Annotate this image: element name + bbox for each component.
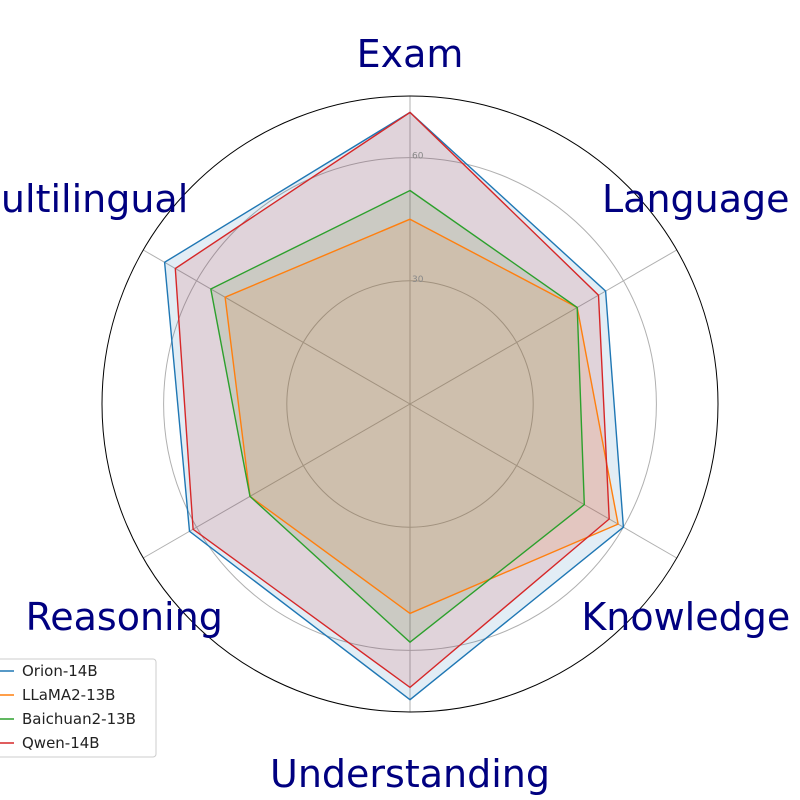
- radar-chart: 30 60 Exam Language Knowledge Understanding R…: [0, 0, 800, 800]
- legend-label-orion-14b: Orion-14B: [22, 662, 98, 680]
- axis-label-multilingual: Multilingual: [0, 177, 188, 221]
- r-tick-label-60: 60: [412, 152, 424, 162]
- axis-label-reasoning: Reasoning: [26, 595, 223, 639]
- axis-label-exam: Exam: [357, 32, 464, 76]
- r-tick-label-30: 30: [412, 275, 424, 285]
- legend: Orion-14B LLaMA2-13B Baichuan2-13B Qwen-14B: [0, 658, 157, 758]
- axis-label-knowledge: Knowledge: [581, 595, 790, 639]
- legend-label-baichuan2-13b: Baichuan2-13B: [22, 710, 136, 728]
- legend-label-qwen-14b: Qwen-14B: [22, 734, 100, 752]
- axis-label-understanding: Understanding: [270, 752, 550, 796]
- legend-label-llama2-13b: LLaMA2-13B: [22, 686, 115, 704]
- radar-chart-svg: 30 60 Exam Language Knowledge Understanding R…: [0, 32, 790, 796]
- axis-label-language: Language: [602, 177, 790, 221]
